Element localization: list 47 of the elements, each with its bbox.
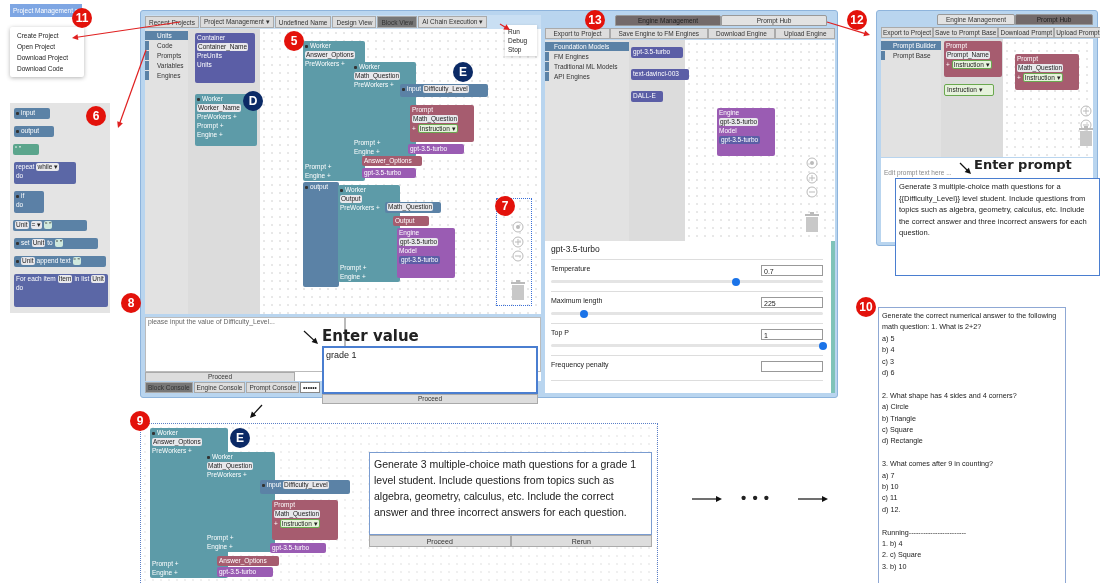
prompt-text: Generate 3 multiple-choice math questions for a grade 1 level student. Include questions from topics such as algebra, geometry, calculus, etc. Include the correct answer and three incorrect answers for each question.: [374, 458, 637, 518]
slider-thumb[interactable]: [819, 341, 827, 350]
step-marker: 12: [847, 10, 867, 30]
callout-label: Enter value: [322, 329, 419, 344]
grip-icon: [16, 129, 19, 133]
grip-icon: [207, 455, 210, 459]
grip-icon: [340, 188, 343, 192]
step-marker: 10: [856, 297, 876, 317]
recenter-icon[interactable]: [512, 221, 524, 233]
grip-icon: [152, 431, 155, 435]
trash-icon[interactable]: [1079, 126, 1093, 146]
zoom-out-icon[interactable]: [806, 186, 818, 198]
zoom-in-icon[interactable]: [806, 172, 818, 184]
arrow: [797, 496, 828, 502]
grip-icon: [16, 194, 19, 198]
grip-icon: [16, 111, 19, 115]
grip-icon: [354, 65, 357, 69]
grip-icon: [262, 483, 265, 487]
recenter-icon[interactable]: [806, 157, 818, 169]
arrow: [959, 162, 971, 174]
trash-icon[interactable]: [805, 212, 819, 232]
arrow: [499, 23, 510, 30]
arrow: [250, 404, 263, 418]
step-marker: 8: [121, 293, 141, 313]
slider-thumb[interactable]: [579, 309, 588, 318]
arrow: [303, 330, 318, 344]
callout-label: Enter prompt: [974, 157, 1072, 172]
grip-icon: [402, 87, 405, 91]
grip-icon: [305, 44, 308, 48]
zoom-out-icon[interactable]: [1080, 119, 1092, 131]
grip-icon: [197, 97, 200, 101]
grip-icon: [16, 241, 19, 245]
arrow: [691, 496, 722, 502]
ellipsis: • • •: [741, 489, 771, 506]
input-value: grade 1: [326, 350, 357, 360]
model-title: gpt-3.5-turbo: [551, 244, 823, 260]
grip-icon: [16, 259, 19, 263]
grip-icon: [305, 185, 308, 189]
zoom-in-icon[interactable]: [1080, 105, 1092, 117]
zoom-out-icon[interactable]: [512, 250, 524, 262]
prompt-input-dialog[interactable]: [895, 178, 1100, 276]
zoom-in-icon[interactable]: [512, 236, 524, 248]
trash-icon[interactable]: [511, 280, 525, 300]
value-input-field[interactable]: grade 1: [322, 346, 538, 394]
step-marker: 9: [130, 411, 150, 431]
slider-thumb[interactable]: [731, 277, 740, 286]
value-field[interactable]: [761, 361, 823, 372]
